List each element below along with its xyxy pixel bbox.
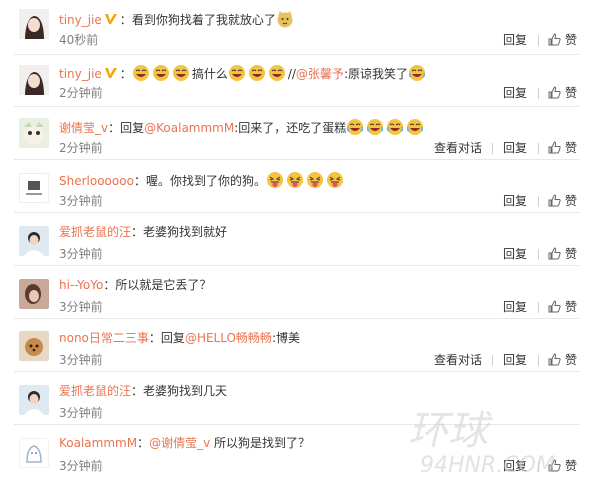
avatar[interactable] xyxy=(19,331,49,361)
action-divider xyxy=(538,143,539,154)
cry-laugh-emoji-icon xyxy=(386,118,404,136)
reply-button[interactable]: 回复 xyxy=(503,141,527,155)
laugh-emoji-icon xyxy=(228,64,246,82)
timestamp: 3分钟前 xyxy=(59,194,103,208)
like-button[interactable]: 赞 xyxy=(565,194,577,208)
doge-emoji-icon xyxy=(276,10,294,28)
reply-button[interactable]: 回复 xyxy=(503,33,527,47)
timestamp: 3分钟前 xyxy=(59,406,103,420)
timestamp: 2分钟前 xyxy=(59,141,103,155)
verified-badge-icon xyxy=(104,12,118,26)
tongue-emoji-icon xyxy=(286,171,304,189)
comment-text: 所以就是它丢了？ xyxy=(115,278,212,292)
timestamp: 3分钟前 xyxy=(59,300,103,314)
username-link[interactable]: 爱抓老鼠的汪 xyxy=(59,384,131,398)
cry-laugh-emoji-icon xyxy=(346,118,364,136)
tongue-emoji-icon xyxy=(266,171,284,189)
timestamp: 2分钟前 xyxy=(59,86,103,100)
laugh-emoji-icon xyxy=(248,64,266,82)
comment-row: nono日常二三事：回复@HELLO畅畅畅:博美 3分钟前 查看对话 回复 赞 xyxy=(0,319,596,372)
comment-row: tiny_jie：搞什么//@张馨予:原谅我笑了 2分钟前 回复 赞 xyxy=(0,55,596,107)
username-link[interactable]: tiny_jie xyxy=(59,13,102,27)
comment-row: 谢倩莹_v：回复@KoalammmM:回来了，还吃了蛋糕 2分钟前 查看对话 回… xyxy=(0,107,596,160)
comment-text: 老婆狗找到就好 xyxy=(143,225,228,239)
verified-badge-icon xyxy=(104,66,118,80)
username-link[interactable]: 谢倩莹_v xyxy=(59,121,108,135)
mention-link[interactable]: @谢倩莹_v xyxy=(149,436,210,450)
avatar[interactable] xyxy=(19,118,49,148)
comment-row: 爱抓老鼠的汪：老婆狗找到就好 3分钟前 回复 赞 xyxy=(0,213,596,266)
cry-laugh-emoji-icon xyxy=(406,118,424,136)
timestamp: 3分钟前 xyxy=(59,353,103,367)
timestamp: 40秒前 xyxy=(59,33,99,47)
avatar[interactable] xyxy=(19,279,49,309)
thumbs-up-icon[interactable] xyxy=(548,141,561,154)
thumbs-up-icon[interactable] xyxy=(548,300,561,313)
action-divider xyxy=(492,355,493,366)
username-link[interactable]: 爱抓老鼠的汪 xyxy=(59,225,131,239)
tongue-emoji-icon xyxy=(326,171,344,189)
avatar[interactable] xyxy=(19,65,49,95)
thumbs-up-icon[interactable] xyxy=(548,353,561,366)
username-link[interactable]: KoalammmM xyxy=(59,436,137,450)
cry-laugh-emoji-icon xyxy=(366,118,384,136)
comment-row: hi--YoYo：所以就是它丢了？ 3分钟前 回复 赞 xyxy=(0,266,596,319)
like-button[interactable]: 赞 xyxy=(565,86,577,100)
action-divider xyxy=(538,355,539,366)
svg-text:环球: 环球 xyxy=(408,408,493,454)
avatar[interactable] xyxy=(19,385,49,415)
comment-text: :博美 xyxy=(271,331,300,345)
username-link[interactable]: tiny_jie xyxy=(59,67,102,81)
timestamp: 3分钟前 xyxy=(59,459,103,473)
comment-text: :回来了，还吃了蛋糕 xyxy=(234,121,347,135)
thumbs-up-icon[interactable] xyxy=(548,194,561,207)
watermark: 环球 94HNR.COM xyxy=(400,400,596,482)
comment-text: 喔。你找到了你的狗。 xyxy=(145,174,266,188)
mention-link[interactable]: @HELLO畅畅畅 xyxy=(185,331,272,345)
like-button[interactable]: 赞 xyxy=(565,300,577,314)
action-divider xyxy=(538,249,539,260)
username-link[interactable]: hi--YoYo xyxy=(59,278,103,292)
view-conversation-button[interactable]: 查看对话 xyxy=(434,141,482,155)
comment-text: 看到你狗找着了我就放心了 xyxy=(131,13,276,27)
like-button[interactable]: 赞 xyxy=(565,353,577,367)
svg-text:94HNR.COM: 94HNR.COM xyxy=(420,453,555,478)
like-button[interactable]: 赞 xyxy=(565,33,577,47)
reply-button[interactable]: 回复 xyxy=(503,194,527,208)
comment-row: tiny_jie ：看到你狗找着了我就放心了 40秒前 回复 赞 xyxy=(0,0,596,55)
comment-text: 所以狗是找到了？ xyxy=(210,436,311,450)
avatar[interactable] xyxy=(19,173,49,203)
comment-text: 老婆狗找到几天 xyxy=(143,384,228,398)
laugh-emoji-icon xyxy=(172,64,190,82)
reply-button[interactable]: 回复 xyxy=(503,86,527,100)
reply-button[interactable]: 回复 xyxy=(503,353,527,367)
avatar[interactable] xyxy=(19,226,49,256)
cry-laugh-emoji-icon xyxy=(408,64,426,82)
action-divider xyxy=(492,143,493,154)
mention-link[interactable]: @张馨予 xyxy=(296,67,344,81)
laugh-emoji-icon xyxy=(152,64,170,82)
action-divider xyxy=(538,196,539,207)
tongue-emoji-icon xyxy=(306,171,324,189)
username-link[interactable]: nono日常二三事 xyxy=(59,331,149,345)
view-conversation-button[interactable]: 查看对话 xyxy=(434,353,482,367)
thumbs-up-icon[interactable] xyxy=(548,86,561,99)
laugh-emoji-icon xyxy=(268,64,286,82)
reply-button[interactable]: 回复 xyxy=(503,300,527,314)
laugh-emoji-icon xyxy=(132,64,150,82)
action-divider xyxy=(538,302,539,313)
username-link[interactable]: Sherloooooo xyxy=(59,174,134,188)
comment-row: Sherloooooo：喔。你找到了你的狗。 3分钟前 回复 赞 xyxy=(0,160,596,213)
like-button[interactable]: 赞 xyxy=(565,141,577,155)
thumbs-up-icon[interactable] xyxy=(548,247,561,260)
avatar[interactable] xyxy=(19,9,49,39)
reply-button[interactable]: 回复 xyxy=(503,247,527,261)
action-divider xyxy=(538,35,539,46)
action-divider xyxy=(538,88,539,99)
timestamp: 3分钟前 xyxy=(59,247,103,261)
thumbs-up-icon[interactable] xyxy=(548,33,561,46)
avatar[interactable] xyxy=(19,438,49,468)
like-button[interactable]: 赞 xyxy=(565,247,577,261)
mention-link[interactable]: @KoalammmM xyxy=(144,121,234,135)
